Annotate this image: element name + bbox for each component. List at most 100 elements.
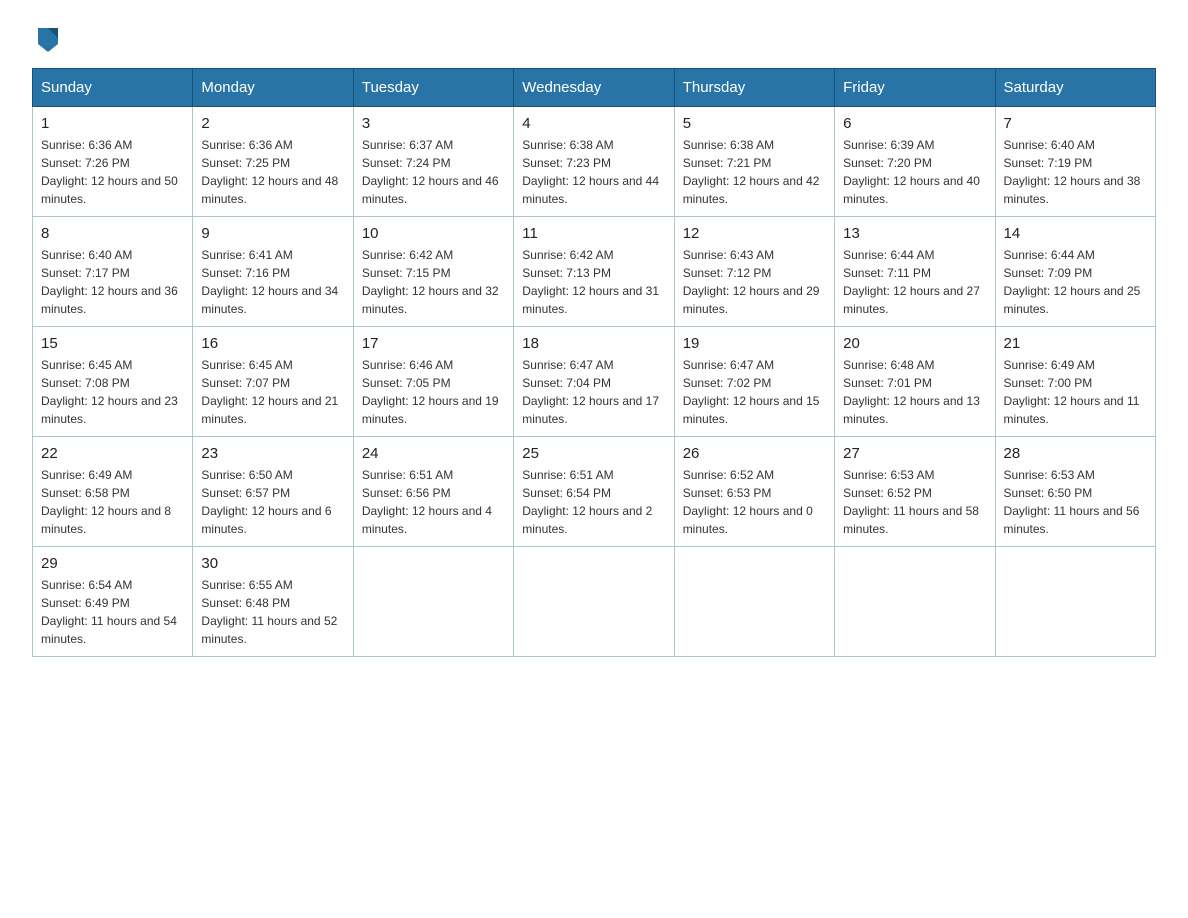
day-header-tuesday: Tuesday (353, 69, 513, 107)
day-header-friday: Friday (835, 69, 995, 107)
day-number: 20 (843, 335, 986, 352)
calendar-cell (995, 547, 1155, 657)
day-info: Sunrise: 6:52 AMSunset: 6:53 PMDaylight:… (683, 466, 826, 538)
day-info: Sunrise: 6:51 AMSunset: 6:54 PMDaylight:… (522, 466, 665, 538)
day-info: Sunrise: 6:50 AMSunset: 6:57 PMDaylight:… (201, 466, 344, 538)
day-number: 1 (41, 115, 184, 132)
week-row-5: 29 Sunrise: 6:54 AMSunset: 6:49 PMDayligh… (33, 547, 1156, 657)
calendar-cell: 13 Sunrise: 6:44 AMSunset: 7:11 PMDayligh… (835, 217, 995, 327)
day-number: 10 (362, 225, 505, 242)
calendar-cell (353, 547, 513, 657)
day-number: 13 (843, 225, 986, 242)
day-number: 26 (683, 445, 826, 462)
calendar-cell: 17Sunrise: 6:46 AMSunset: 7:05 PMDayligh… (353, 327, 513, 437)
calendar-cell: 26 Sunrise: 6:52 AMSunset: 6:53 PMDayligh… (674, 437, 834, 547)
calendar-cell: 20 Sunrise: 6:48 AMSunset: 7:01 PMDayligh… (835, 327, 995, 437)
calendar-table: SundayMondayTuesdayWednesdayThursdayFrid… (32, 68, 1156, 657)
day-info: Sunrise: 6:43 AMSunset: 7:12 PMDaylight:… (683, 246, 826, 318)
day-info: Sunrise: 6:42 AMSunset: 7:13 PMDaylight:… (522, 246, 665, 318)
day-header-saturday: Saturday (995, 69, 1155, 107)
day-info: Sunrise: 6:36 AMSunset: 7:25 PMDaylight:… (201, 136, 344, 208)
day-header-thursday: Thursday (674, 69, 834, 107)
calendar-cell: 16 Sunrise: 6:45 AMSunset: 7:07 PMDayligh… (193, 327, 353, 437)
day-number: 30 (201, 555, 344, 572)
day-number: 25 (522, 445, 665, 462)
day-info: Sunrise: 6:55 AMSunset: 6:48 PMDaylight:… (201, 576, 344, 648)
calendar-cell: 10 Sunrise: 6:42 AMSunset: 7:15 PMDayligh… (353, 217, 513, 327)
calendar-cell: 7Sunrise: 6:40 AMSunset: 7:19 PMDaylight… (995, 107, 1155, 217)
day-number: 29 (41, 555, 184, 572)
calendar-cell: 29 Sunrise: 6:54 AMSunset: 6:49 PMDayligh… (33, 547, 193, 657)
day-header-wednesday: Wednesday (514, 69, 674, 107)
day-number: 21 (1004, 335, 1147, 352)
day-header-sunday: Sunday (33, 69, 193, 107)
day-info: Sunrise: 6:51 AMSunset: 6:56 PMDaylight:… (362, 466, 505, 538)
day-info: Sunrise: 6:49 AMSunset: 6:58 PMDaylight:… (41, 466, 184, 538)
day-info: Sunrise: 6:54 AMSunset: 6:49 PMDaylight:… (41, 576, 184, 648)
day-info: Sunrise: 6:38 AMSunset: 7:23 PMDaylight:… (522, 136, 665, 208)
day-info: Sunrise: 6:45 AMSunset: 7:08 PMDaylight:… (41, 356, 184, 428)
logo (32, 24, 62, 52)
day-number: 24 (362, 445, 505, 462)
calendar-header-row: SundayMondayTuesdayWednesdayThursdayFrid… (33, 69, 1156, 107)
day-info: Sunrise: 6:40 AMSunset: 7:17 PMDaylight:… (41, 246, 184, 318)
day-info: Sunrise: 6:37 AMSunset: 7:24 PMDaylight:… (362, 136, 505, 208)
day-header-monday: Monday (193, 69, 353, 107)
calendar-cell: 4 Sunrise: 6:38 AMSunset: 7:23 PMDaylight… (514, 107, 674, 217)
day-number: 17 (362, 335, 505, 352)
calendar-cell: 15 Sunrise: 6:45 AMSunset: 7:08 PMDayligh… (33, 327, 193, 437)
week-row-2: 8 Sunrise: 6:40 AMSunset: 7:17 PMDaylight… (33, 217, 1156, 327)
calendar-cell (835, 547, 995, 657)
day-info: Sunrise: 6:40 AMSunset: 7:19 PMDaylight:… (1004, 136, 1147, 208)
calendar-cell: 30 Sunrise: 6:55 AMSunset: 6:48 PMDayligh… (193, 547, 353, 657)
day-info: Sunrise: 6:45 AMSunset: 7:07 PMDaylight:… (201, 356, 344, 428)
calendar-cell: 24 Sunrise: 6:51 AMSunset: 6:56 PMDayligh… (353, 437, 513, 547)
day-number: 11 (522, 225, 665, 242)
logo-icon (34, 24, 62, 52)
day-info: Sunrise: 6:42 AMSunset: 7:15 PMDaylight:… (362, 246, 505, 318)
day-number: 27 (843, 445, 986, 462)
day-number: 8 (41, 225, 184, 242)
day-number: 19 (683, 335, 826, 352)
day-number: 9 (201, 225, 344, 242)
page-header (32, 24, 1156, 52)
day-info: Sunrise: 6:38 AMSunset: 7:21 PMDaylight:… (683, 136, 826, 208)
day-info: Sunrise: 6:41 AMSunset: 7:16 PMDaylight:… (201, 246, 344, 318)
calendar-cell: 23 Sunrise: 6:50 AMSunset: 6:57 PMDayligh… (193, 437, 353, 547)
day-number: 28 (1004, 445, 1147, 462)
calendar-cell (674, 547, 834, 657)
day-number: 3 (362, 115, 505, 132)
calendar-cell: 14 Sunrise: 6:44 AMSunset: 7:09 PMDayligh… (995, 217, 1155, 327)
calendar-cell: 1 Sunrise: 6:36 AMSunset: 7:26 PMDaylight… (33, 107, 193, 217)
calendar-cell: 3 Sunrise: 6:37 AMSunset: 7:24 PMDaylight… (353, 107, 513, 217)
calendar-cell: 22 Sunrise: 6:49 AMSunset: 6:58 PMDayligh… (33, 437, 193, 547)
calendar-cell: 21Sunrise: 6:49 AMSunset: 7:00 PMDayligh… (995, 327, 1155, 437)
day-number: 14 (1004, 225, 1147, 242)
calendar-cell: 6 Sunrise: 6:39 AMSunset: 7:20 PMDaylight… (835, 107, 995, 217)
calendar-cell: 9 Sunrise: 6:41 AMSunset: 7:16 PMDaylight… (193, 217, 353, 327)
day-info: Sunrise: 6:47 AMSunset: 7:02 PMDaylight:… (683, 356, 826, 428)
calendar-cell: 25 Sunrise: 6:51 AMSunset: 6:54 PMDayligh… (514, 437, 674, 547)
day-info: Sunrise: 6:36 AMSunset: 7:26 PMDaylight:… (41, 136, 184, 208)
day-info: Sunrise: 6:47 AMSunset: 7:04 PMDaylight:… (522, 356, 665, 428)
day-number: 23 (201, 445, 344, 462)
day-number: 6 (843, 115, 986, 132)
day-number: 18 (522, 335, 665, 352)
calendar-cell: 27Sunrise: 6:53 AMSunset: 6:52 PMDayligh… (835, 437, 995, 547)
week-row-4: 22 Sunrise: 6:49 AMSunset: 6:58 PMDayligh… (33, 437, 1156, 547)
day-info: Sunrise: 6:44 AMSunset: 7:09 PMDaylight:… (1004, 246, 1147, 318)
day-number: 15 (41, 335, 184, 352)
day-info: Sunrise: 6:53 AMSunset: 6:50 PMDaylight:… (1004, 466, 1147, 538)
calendar-cell: 11 Sunrise: 6:42 AMSunset: 7:13 PMDayligh… (514, 217, 674, 327)
calendar-cell: 28 Sunrise: 6:53 AMSunset: 6:50 PMDayligh… (995, 437, 1155, 547)
day-info: Sunrise: 6:48 AMSunset: 7:01 PMDaylight:… (843, 356, 986, 428)
calendar-cell: 12 Sunrise: 6:43 AMSunset: 7:12 PMDayligh… (674, 217, 834, 327)
day-info: Sunrise: 6:39 AMSunset: 7:20 PMDaylight:… (843, 136, 986, 208)
day-number: 22 (41, 445, 184, 462)
day-info: Sunrise: 6:44 AMSunset: 7:11 PMDaylight:… (843, 246, 986, 318)
day-number: 4 (522, 115, 665, 132)
day-number: 2 (201, 115, 344, 132)
day-number: 16 (201, 335, 344, 352)
day-number: 12 (683, 225, 826, 242)
week-row-3: 15 Sunrise: 6:45 AMSunset: 7:08 PMDayligh… (33, 327, 1156, 437)
